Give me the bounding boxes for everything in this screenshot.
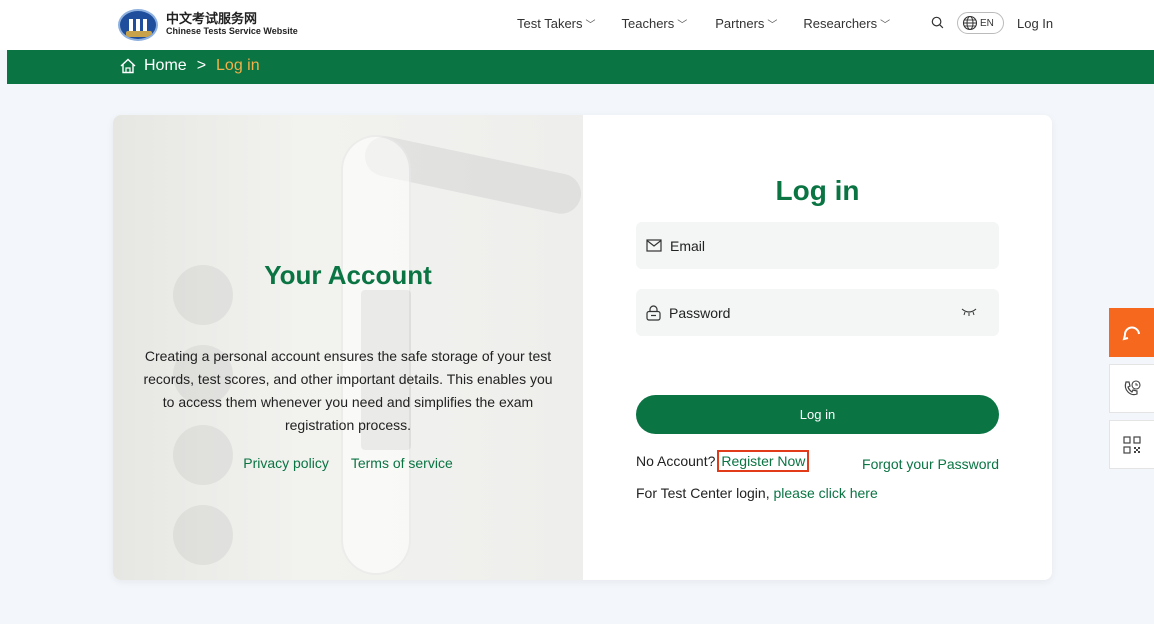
nav-partners[interactable]: Partners ﹀: [715, 16, 777, 31]
register-now-link[interactable]: Register Now: [717, 450, 810, 472]
chevron-down-icon: ﹀: [880, 20, 891, 31]
mail-icon: [646, 239, 662, 252]
qr-code-icon: [1123, 435, 1141, 454]
privacy-policy-link[interactable]: Privacy policy: [243, 455, 329, 471]
no-account-text: No Account?: [636, 453, 716, 469]
logo-title-en: Chinese Tests Service Website: [166, 26, 298, 36]
nav-test-takers[interactable]: Test Takers ﹀: [517, 16, 596, 31]
policy-links: Privacy policy Terms of service: [113, 455, 583, 471]
nav-label: Researchers: [803, 16, 878, 31]
customer-support-button[interactable]: [1109, 308, 1154, 357]
language-switcher[interactable]: EN: [957, 12, 1004, 34]
nav-label: Test Takers: [517, 16, 583, 31]
test-center-text: For Test Center login,: [636, 485, 770, 501]
breadcrumb-separator: >: [196, 57, 207, 74]
forgot-password-link[interactable]: Forgot your Password: [862, 456, 999, 472]
account-description: Creating a personal account ensures the …: [143, 348, 553, 433]
login-button[interactable]: Log in: [636, 395, 999, 434]
site-logo[interactable]: 中文考试服务网 Chinese Tests Service Website: [118, 9, 298, 41]
search-icon[interactable]: [931, 16, 944, 29]
breadcrumb-current: Log in: [216, 57, 260, 74]
phone-clock-icon: [1124, 379, 1141, 395]
login-title: Log in: [775, 175, 860, 206]
account-info-panel: Your Account Creating a personal account…: [113, 115, 583, 580]
password-placeholder: Password: [669, 304, 731, 321]
chevron-down-icon: ﹀: [677, 20, 688, 31]
login-card: Your Account Creating a personal account…: [113, 115, 1052, 580]
nav-label: Teachers: [621, 16, 675, 31]
account-title: Your Account: [264, 260, 432, 290]
login-form-panel: Log in Email Password Log in No Account?…: [583, 115, 1052, 580]
nav-researchers[interactable]: Researchers ﹀: [803, 16, 890, 31]
contact-phone-button[interactable]: [1109, 364, 1154, 413]
home-icon[interactable]: [119, 57, 137, 75]
logo-emblem-icon: [118, 9, 158, 41]
chevron-down-icon: ﹀: [767, 20, 778, 31]
email-placeholder: Email: [670, 237, 706, 254]
nav-teachers[interactable]: Teachers ﹀: [622, 16, 688, 31]
terms-of-service-link[interactable]: Terms of service: [351, 455, 453, 471]
main-nav: Test Takers ﹀ Teachers ﹀ Partners ﹀ Rese…: [517, 16, 890, 31]
test-center-link[interactable]: please click here: [773, 485, 877, 501]
language-label: EN: [980, 17, 994, 29]
breadcrumb-bar: Home > Log in: [7, 50, 1154, 84]
nav-label: Partners: [715, 16, 765, 31]
globe-icon: [962, 15, 978, 31]
email-field[interactable]: Email: [636, 222, 999, 269]
lock-icon: [646, 304, 661, 321]
breadcrumb: Home > Log in: [119, 57, 260, 75]
side-toolbar: [1109, 308, 1154, 476]
header-login-link[interactable]: Log In: [1017, 16, 1053, 31]
test-center-row: For Test Center login, please click here: [636, 485, 878, 501]
top-header: 中文考试服务网 Chinese Tests Service Website Te…: [0, 0, 1154, 50]
chevron-down-icon: ﹀: [585, 20, 596, 31]
breadcrumb-home[interactable]: Home: [144, 57, 187, 75]
password-field[interactable]: Password: [636, 289, 999, 336]
logo-title-cn: 中文考试服务网: [166, 11, 258, 26]
qr-code-button[interactable]: [1109, 420, 1154, 469]
headset-icon: [1122, 326, 1140, 340]
account-links-row: No Account? Register Now Forgot your Pass…: [636, 450, 999, 472]
eye-closed-icon[interactable]: [961, 307, 977, 317]
